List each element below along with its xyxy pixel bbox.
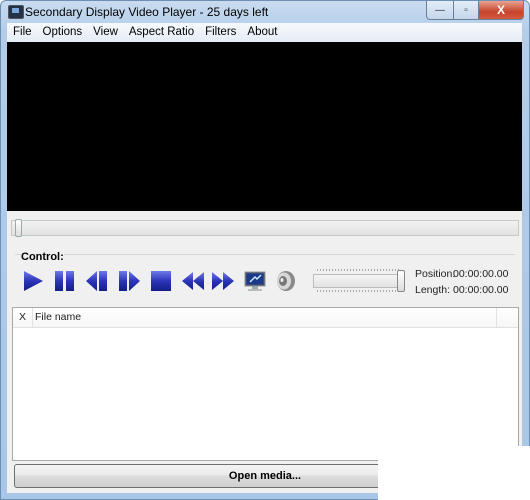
column-separator[interactable] bbox=[32, 308, 33, 327]
menu-bar: File Options View Aspect Ratio Filters A… bbox=[7, 23, 522, 43]
minimize-button[interactable]: — bbox=[426, 1, 454, 20]
app-window: Secondary Display Video Player - 25 days… bbox=[0, 0, 530, 500]
step-back-button[interactable] bbox=[85, 269, 109, 293]
playlist[interactable]: X File name bbox=[12, 307, 519, 461]
volume-ticks-top bbox=[317, 269, 401, 271]
step-back-icon bbox=[86, 271, 107, 291]
volume-button[interactable] bbox=[273, 269, 297, 293]
length-label: Length: bbox=[415, 284, 451, 296]
maximize-button[interactable]: ▫ bbox=[454, 1, 479, 20]
volume-thumb[interactable] bbox=[397, 270, 405, 292]
play-icon bbox=[24, 271, 43, 291]
playlist-header: X File name bbox=[13, 308, 518, 328]
length-value: 00:00:00.00 bbox=[453, 284, 509, 296]
menu-about[interactable]: About bbox=[241, 23, 282, 42]
menu-aspect-ratio[interactable]: Aspect Ratio bbox=[123, 23, 199, 42]
column-separator[interactable] bbox=[496, 308, 497, 327]
rewind-button[interactable] bbox=[181, 269, 205, 293]
secondary-display-button[interactable] bbox=[243, 269, 267, 293]
volume-slider[interactable] bbox=[313, 266, 405, 296]
watermark-overlay bbox=[378, 446, 530, 500]
menu-filters[interactable]: Filters bbox=[199, 23, 241, 42]
speaker-icon bbox=[277, 271, 295, 291]
monitor-icon bbox=[244, 271, 266, 291]
title-bar: Secondary Display Video Player - 25 days… bbox=[1, 1, 529, 23]
position-label: Position: bbox=[415, 268, 456, 280]
step-forward-button[interactable] bbox=[117, 269, 141, 293]
fast-forward-button[interactable] bbox=[211, 269, 235, 293]
seek-slider[interactable] bbox=[11, 219, 519, 237]
pause-button[interactable] bbox=[53, 269, 77, 293]
fast-forward-icon bbox=[212, 272, 234, 290]
position-value: 00:00:00.00 bbox=[453, 268, 509, 280]
volume-track[interactable] bbox=[313, 274, 403, 288]
app-icon bbox=[8, 5, 24, 19]
play-button[interactable] bbox=[21, 269, 45, 293]
step-forward-icon bbox=[119, 271, 140, 291]
window-title: Secondary Display Video Player - 25 days… bbox=[25, 5, 269, 19]
menu-file[interactable]: File bbox=[7, 23, 37, 42]
menu-options[interactable]: Options bbox=[37, 23, 88, 42]
video-display[interactable] bbox=[7, 42, 522, 211]
column-header-file-name[interactable]: File name bbox=[35, 308, 81, 327]
pause-icon bbox=[55, 271, 74, 291]
seek-thumb[interactable] bbox=[15, 219, 22, 237]
menu-view[interactable]: View bbox=[87, 23, 123, 42]
client-area: File Options View Aspect Ratio Filters A… bbox=[7, 23, 522, 493]
column-header-remove[interactable]: X bbox=[19, 308, 26, 327]
control-label: Control: bbox=[21, 251, 64, 263]
stop-button[interactable] bbox=[149, 269, 173, 293]
close-button[interactable]: X bbox=[479, 1, 524, 20]
rewind-icon bbox=[182, 272, 204, 290]
stop-icon bbox=[151, 271, 171, 291]
volume-ticks-bottom bbox=[317, 290, 401, 292]
